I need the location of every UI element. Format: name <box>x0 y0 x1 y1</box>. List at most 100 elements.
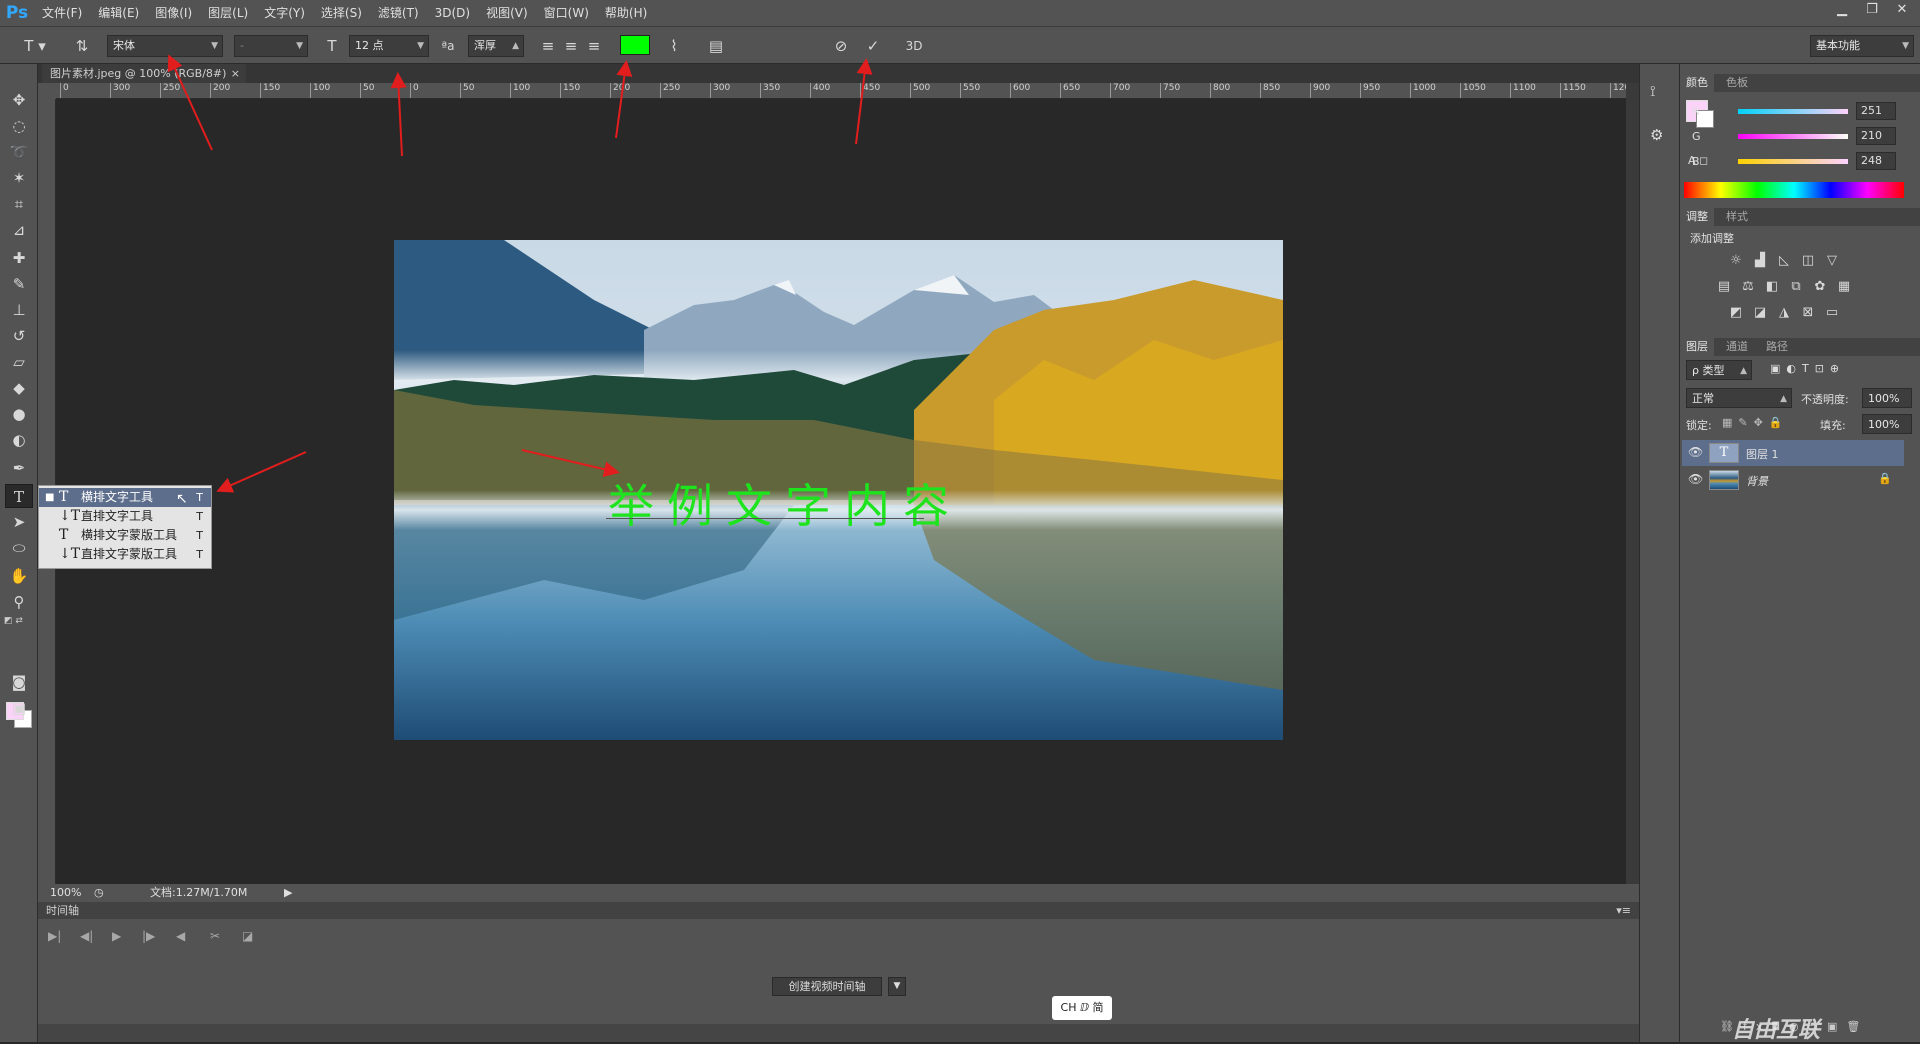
blue-value[interactable]: 248 <box>1856 152 1896 170</box>
menu-view[interactable]: 视图(V) <box>478 0 536 26</box>
eraser-tool-icon[interactable]: ▱ <box>5 350 33 374</box>
horizontal-ruler[interactable]: 0 300 250 200 150 100 50 0 50 100 150 200 250 300 350 4… <box>56 83 1626 99</box>
eyedropper-tool-icon[interactable]: ⊿ <box>5 218 33 242</box>
align-left-icon[interactable]: ≡ <box>538 35 558 57</box>
layer-filter-select[interactable]: ρ 类型 ▲ <box>1686 360 1752 380</box>
menu-window[interactable]: 窗口(W) <box>536 0 597 26</box>
menu-select[interactable]: 选择(S) <box>313 0 370 26</box>
lock-icons[interactable]: ▦✎✥🔒 <box>1722 416 1789 429</box>
posterize-icon[interactable]: ◪ <box>1750 304 1770 322</box>
audio-icon[interactable]: ◀ <box>176 929 185 943</box>
marquee-tool-icon[interactable]: ◌ <box>5 114 33 138</box>
invert-icon[interactable]: ◩ <box>1726 304 1746 322</box>
color-balance-icon[interactable]: ⚖ <box>1738 278 1758 296</box>
previous-frame-icon[interactable]: ◀| <box>80 929 93 943</box>
brightness-contrast-icon[interactable]: ☼ <box>1726 252 1746 270</box>
ime-indicator[interactable]: CH ⅅ 简 <box>1052 996 1112 1020</box>
threshold-icon[interactable]: ◮ <box>1774 304 1794 322</box>
tab-paths[interactable]: 路径 <box>1760 338 1794 356</box>
font-family-select[interactable]: 宋体 ▼ <box>107 35 223 57</box>
visibility-eye-icon[interactable]: 👁 <box>1688 472 1703 486</box>
menu-edit[interactable]: 编辑(E) <box>90 0 147 26</box>
status-info-icon[interactable]: ◷ <box>94 884 104 902</box>
minimize-icon[interactable]: ▁ <box>1830 0 1854 20</box>
menu-image[interactable]: 图像(I) <box>147 0 200 26</box>
menu-type[interactable]: 文字(Y) <box>256 0 313 26</box>
exposure-icon[interactable]: ◫ <box>1798 252 1818 270</box>
crop-tool-icon[interactable]: ⌗ <box>5 192 33 216</box>
menu-file[interactable]: 文件(F) <box>34 0 90 26</box>
first-frame-icon[interactable]: ▶| <box>48 929 61 943</box>
create-video-timeline-button[interactable]: 创建视频时间轴 <box>772 977 882 996</box>
align-center-icon[interactable]: ≡ <box>561 35 581 57</box>
workspace-select[interactable]: 基本功能 ▼ <box>1810 35 1914 57</box>
black-white-icon[interactable]: ◧ <box>1762 278 1782 296</box>
brush-tool-icon[interactable]: ✎ <box>5 272 33 296</box>
vertical-scrollbar[interactable] <box>1626 83 1639 884</box>
pen-tool-icon[interactable]: ✒ <box>5 456 33 480</box>
document-tab[interactable]: 图片素材.jpeg @ 100% (RGB/8#) × <box>42 64 246 83</box>
layer-row-background[interactable]: 👁 背景 🔒 <box>1682 467 1904 493</box>
move-tool-icon[interactable]: ✥ <box>5 88 33 112</box>
vibrance-icon[interactable]: ▽ <box>1822 252 1842 270</box>
magic-wand-tool-icon[interactable]: ✶ <box>5 166 33 190</box>
hand-tool-icon[interactable]: ✋ <box>5 564 33 588</box>
ellipse-tool-icon[interactable]: ⬭ <box>5 536 33 560</box>
fill-input[interactable]: 100% <box>1862 414 1912 434</box>
antialias-select[interactable]: 浑厚 ▲ <box>468 35 524 57</box>
text-layer-content[interactable]: 举例文字内容 <box>608 470 962 536</box>
healing-brush-tool-icon[interactable]: ✚ <box>5 246 33 270</box>
font-size-select[interactable]: 12 点 ▼ <box>349 35 429 57</box>
tab-color[interactable]: 颜色 <box>1680 74 1714 92</box>
green-value[interactable]: 210 <box>1856 127 1896 145</box>
text-orientation-icon[interactable]: ⇅ <box>70 35 94 57</box>
align-right-icon[interactable]: ≡ <box>584 35 604 57</box>
paint-bucket-tool-icon[interactable]: ◆ <box>5 376 33 400</box>
hue-saturation-icon[interactable]: ▤ <box>1714 278 1734 296</box>
path-selection-tool-icon[interactable]: ➤ <box>5 510 33 534</box>
restore-icon[interactable]: ❐ <box>1860 0 1884 20</box>
green-slider[interactable]: G 210 <box>1680 127 1920 147</box>
chevron-down-icon[interactable]: ▼ <box>888 977 906 996</box>
screen-mode-icon[interactable]: ▣ <box>5 696 33 720</box>
red-slider[interactable]: R 251 <box>1680 102 1920 122</box>
ruler-origin[interactable] <box>38 83 56 99</box>
photo-filter-icon[interactable]: ⧉ <box>1786 278 1806 296</box>
color-spectrum-ramp[interactable] <box>1684 182 1904 198</box>
next-frame-icon[interactable]: |▶ <box>142 929 155 943</box>
zoom-tool-icon[interactable]: ⚲ <box>5 590 33 614</box>
transition-icon[interactable]: ◪ <box>242 929 253 943</box>
close-icon[interactable]: ✕ <box>1890 0 1914 20</box>
vertical-type-mask-tool-item[interactable]: ↓T 直排文字蒙版工具 T <box>39 545 211 564</box>
commit-edits-icon[interactable]: ✓ <box>861 35 885 57</box>
menu-3d[interactable]: 3D(D) <box>427 0 478 26</box>
channel-mixer-icon[interactable]: ✿ <box>1810 278 1830 296</box>
curves-icon[interactable]: ◺ <box>1774 252 1794 270</box>
color-lookup-icon[interactable]: ▦ <box>1834 278 1854 296</box>
vertical-type-tool-item[interactable]: ↓T 直排文字工具 T <box>39 507 211 526</box>
red-value[interactable]: 251 <box>1856 102 1896 120</box>
levels-icon[interactable]: ▟ <box>1750 252 1770 270</box>
visibility-eye-icon[interactable]: 👁 <box>1688 445 1703 459</box>
tab-adjustments[interactable]: 调整 <box>1680 208 1714 226</box>
text-color-swatch[interactable] <box>620 35 650 55</box>
blue-slider[interactable]: B 248 <box>1680 152 1920 172</box>
default-colors-icon[interactable]: ◩ ⇄ <box>4 616 23 626</box>
tab-styles[interactable]: 样式 <box>1720 208 1754 226</box>
history-brush-tool-icon[interactable]: ↺ <box>5 324 33 348</box>
dodge-tool-icon[interactable]: ◐ <box>5 428 33 452</box>
blur-tool-icon[interactable]: ● <box>5 402 33 426</box>
3d-button[interactable]: 3D <box>900 35 928 57</box>
play-icon[interactable]: ▶ <box>112 929 121 943</box>
gradient-map-icon[interactable]: ▭ <box>1822 304 1842 322</box>
character-panel-icon[interactable]: ▤ <box>704 35 728 57</box>
type-tool-icon[interactable]: T <box>5 484 33 508</box>
horizontal-type-mask-tool-item[interactable]: T 横排文字蒙版工具 T <box>39 526 211 545</box>
history-panel-icon[interactable]: ⟟ <box>1650 82 1656 100</box>
split-icon[interactable]: ✂ <box>210 929 220 943</box>
menu-help[interactable]: 帮助(H) <box>597 0 655 26</box>
layer-filter-icons[interactable]: ▣◐T⊡⊕ <box>1770 362 1845 375</box>
lasso-tool-icon[interactable]: ➰ <box>5 140 33 164</box>
clone-stamp-tool-icon[interactable]: ⊥ <box>5 298 33 322</box>
menu-filter[interactable]: 滤镜(T) <box>370 0 427 26</box>
